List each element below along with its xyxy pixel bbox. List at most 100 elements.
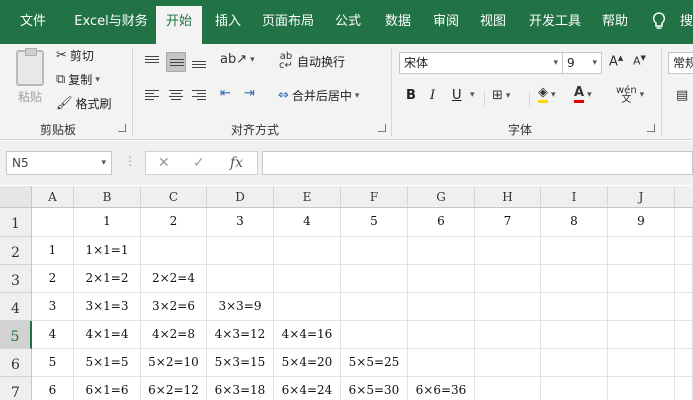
italic-button[interactable]: I bbox=[430, 88, 435, 103]
align-left-button[interactable] bbox=[142, 86, 162, 106]
column-header-c[interactable]: C bbox=[141, 186, 207, 208]
cell[interactable]: 1×1=1 bbox=[74, 237, 141, 265]
row-header-3[interactable]: 3 bbox=[0, 265, 32, 293]
row-header-1[interactable]: 1 bbox=[0, 208, 32, 237]
paste-button[interactable]: 粘贴 bbox=[10, 48, 50, 105]
alignment-launcher-icon[interactable] bbox=[378, 124, 386, 132]
font-name-select[interactable]: 宋体 ▾ bbox=[399, 52, 563, 74]
cell[interactable] bbox=[341, 265, 408, 293]
column-header-d[interactable]: D bbox=[207, 186, 274, 208]
cell[interactable]: 4×4=16 bbox=[274, 321, 341, 349]
column-header-g[interactable]: G bbox=[408, 186, 475, 208]
cell[interactable] bbox=[408, 237, 475, 265]
column-header-e[interactable]: E bbox=[274, 186, 341, 208]
decrease-font-size-button[interactable]: A▼ bbox=[633, 54, 646, 68]
cell[interactable] bbox=[475, 321, 541, 349]
row-header-7[interactable]: 7 bbox=[0, 377, 32, 400]
fill-color-button[interactable]: ◈ ▾ bbox=[538, 86, 556, 103]
cell[interactable] bbox=[608, 321, 675, 349]
cell[interactable]: 1 bbox=[32, 237, 74, 265]
cell[interactable]: 5×1=5 bbox=[74, 349, 141, 377]
cancel-icon[interactable]: ✕ bbox=[158, 152, 170, 174]
cell[interactable]: 5 bbox=[32, 349, 74, 377]
cell[interactable]: 8 bbox=[541, 208, 608, 237]
row-header-4[interactable]: 4 bbox=[0, 293, 32, 321]
cell[interactable] bbox=[541, 321, 608, 349]
cell[interactable] bbox=[475, 237, 541, 265]
underline-button[interactable]: U bbox=[452, 88, 462, 103]
select-all-corner[interactable] bbox=[0, 186, 32, 208]
tab-data[interactable]: 数据 bbox=[375, 0, 421, 44]
cell[interactable] bbox=[475, 265, 541, 293]
cell[interactable] bbox=[207, 265, 274, 293]
font-launcher-icon[interactable] bbox=[647, 124, 655, 132]
cell[interactable]: 5×5=25 bbox=[341, 349, 408, 377]
cell[interactable]: 2 bbox=[32, 265, 74, 293]
cell[interactable] bbox=[408, 321, 475, 349]
cut-button[interactable]: ✂ 剪切 bbox=[56, 47, 94, 64]
cell[interactable]: 6×3=18 bbox=[207, 377, 274, 400]
cell[interactable] bbox=[541, 293, 608, 321]
font-color-button[interactable]: A ▾ bbox=[574, 86, 592, 103]
cell[interactable]: 6 bbox=[32, 377, 74, 400]
cell[interactable]: 5×2=10 bbox=[141, 349, 207, 377]
cell[interactable]: 1 bbox=[74, 208, 141, 237]
cell[interactable] bbox=[675, 208, 693, 237]
column-header-overflow[interactable] bbox=[675, 186, 693, 208]
column-header-f[interactable]: F bbox=[341, 186, 408, 208]
font-size-select[interactable]: 9 ▾ bbox=[562, 52, 602, 74]
underline-dropdown[interactable]: ▾ bbox=[470, 90, 475, 100]
row-header-2[interactable]: 2 bbox=[0, 237, 32, 265]
cell[interactable]: 4×2=8 bbox=[141, 321, 207, 349]
cell[interactable] bbox=[608, 265, 675, 293]
cell[interactable] bbox=[608, 349, 675, 377]
wrap-text-button[interactable]: ab c↵ 自动换行 bbox=[278, 52, 345, 71]
cell[interactable] bbox=[475, 349, 541, 377]
cell[interactable] bbox=[541, 265, 608, 293]
merge-center-button[interactable]: ⇔ 合并后居中 ▾ bbox=[278, 87, 359, 104]
cell[interactable]: 5 bbox=[341, 208, 408, 237]
row-header-6[interactable]: 6 bbox=[0, 349, 32, 377]
tab-page-layout[interactable]: 页面布局 bbox=[255, 0, 321, 44]
tab-formulas[interactable]: 公式 bbox=[325, 0, 371, 44]
cell[interactable]: 6×4=24 bbox=[274, 377, 341, 400]
cell[interactable] bbox=[475, 293, 541, 321]
cell[interactable] bbox=[32, 208, 74, 237]
cell[interactable]: 2×2=4 bbox=[141, 265, 207, 293]
cell[interactable] bbox=[675, 237, 693, 265]
cell[interactable]: 9 bbox=[608, 208, 675, 237]
cell[interactable] bbox=[408, 349, 475, 377]
lightbulb-icon[interactable] bbox=[652, 12, 666, 34]
align-right-button[interactable] bbox=[189, 86, 209, 106]
enter-icon[interactable]: ✓ bbox=[193, 152, 205, 174]
cell[interactable] bbox=[341, 237, 408, 265]
align-center-button[interactable] bbox=[166, 86, 186, 106]
clipboard-launcher-icon[interactable] bbox=[118, 124, 126, 132]
cell[interactable] bbox=[675, 321, 693, 349]
cell[interactable] bbox=[274, 237, 341, 265]
cell[interactable]: 6 bbox=[408, 208, 475, 237]
increase-indent-button[interactable]: ⇥ bbox=[244, 86, 255, 101]
cell[interactable]: 3 bbox=[207, 208, 274, 237]
cell[interactable]: 5×4=20 bbox=[274, 349, 341, 377]
column-header-a[interactable]: A bbox=[32, 186, 74, 208]
align-top-button[interactable] bbox=[142, 52, 162, 72]
cell[interactable] bbox=[541, 349, 608, 377]
align-bottom-button[interactable] bbox=[189, 52, 209, 72]
bold-button[interactable]: B bbox=[406, 88, 416, 103]
column-header-j[interactable]: J bbox=[608, 186, 675, 208]
cell[interactable] bbox=[675, 293, 693, 321]
tell-me-search[interactable]: 搜 bbox=[680, 0, 693, 44]
cell[interactable] bbox=[207, 237, 274, 265]
tab-view[interactable]: 视图 bbox=[470, 0, 516, 44]
cell[interactable] bbox=[141, 237, 207, 265]
cell[interactable]: 5×3=15 bbox=[207, 349, 274, 377]
cell[interactable]: 6×2=12 bbox=[141, 377, 207, 400]
column-header-h[interactable]: H bbox=[475, 186, 541, 208]
cell[interactable] bbox=[408, 293, 475, 321]
column-header-b[interactable]: B bbox=[74, 186, 141, 208]
worksheet-grid[interactable]: ABCDEFGHIJ 1234567 1 2 3 4 5 6 7 8 9 1 1×1=1 2 2×1=2… bbox=[0, 186, 693, 400]
cell[interactable]: 6×1=6 bbox=[74, 377, 141, 400]
cell[interactable] bbox=[541, 377, 608, 400]
cell[interactable] bbox=[475, 377, 541, 400]
